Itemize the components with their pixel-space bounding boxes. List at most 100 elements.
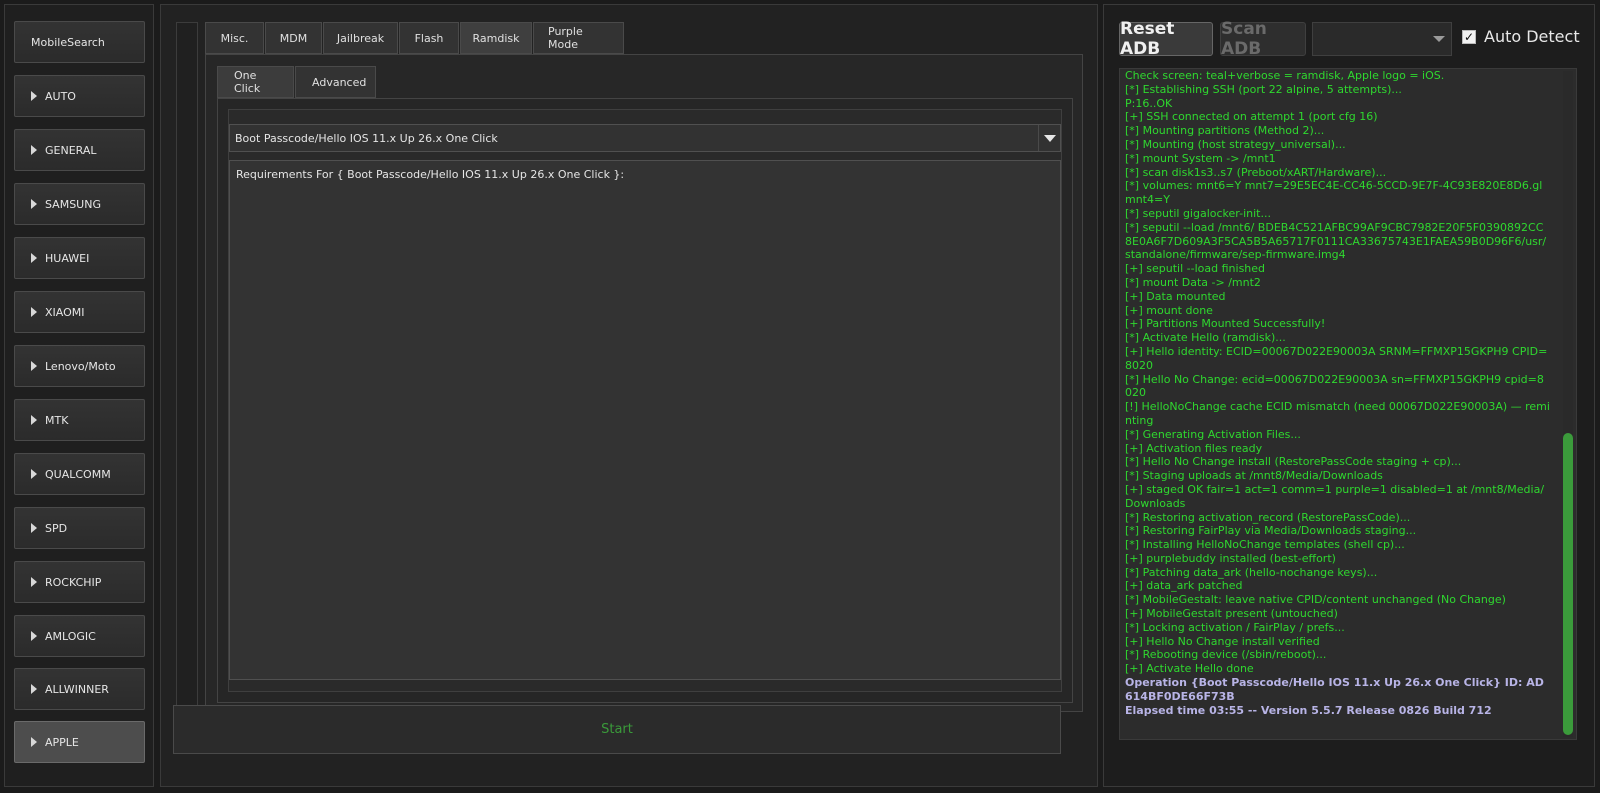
caret-right-icon (31, 523, 37, 533)
log-line: [+] mount done (1125, 303, 1213, 317)
log-line: [+] purplebuddy installed (best-effort) (1125, 551, 1336, 565)
caret-right-icon (31, 91, 37, 101)
caret-right-icon (31, 145, 37, 155)
sidebar-item-auto[interactable]: AUTO (14, 75, 145, 117)
chevron-down-icon[interactable] (1038, 125, 1060, 151)
tab-misc[interactable]: Misc. (205, 22, 264, 54)
log-line: [+] SSH connected on attempt 1 (port cfg… (1125, 110, 1378, 124)
log-line: [*] Mounting (host strategy_universal)..… (1125, 137, 1346, 151)
log-line: [*] Installing HelloNoChange templates (… (1125, 538, 1405, 552)
sidebar-item-qualcomm[interactable]: QUALCOMM (14, 453, 145, 495)
sidebar-item-label: AMLOGIC (45, 629, 96, 643)
sidebar-item-apple[interactable]: APPLE (14, 721, 145, 763)
device-select[interactable] (1312, 22, 1452, 56)
sidebar-item-label: GENERAL (45, 143, 97, 157)
log-line: [*] Locking activation / FairPlay / pref… (1125, 620, 1345, 634)
caret-right-icon (31, 253, 37, 263)
tab-purple-mode[interactable]: Purple Mode (533, 22, 624, 54)
sidebar-item-label: ROCKCHIP (45, 575, 102, 589)
log-line: [!] HelloNoChange cache ECID mismatch (n… (1125, 400, 1550, 427)
operation-select[interactable]: Boot Passcode/Hello IOS 11.x Up 26.x One… (229, 124, 1061, 152)
sidebar-item-label: MobileSearch (31, 35, 105, 49)
log-line: [+] Hello identity: ECID=00067D022E90003… (1125, 344, 1548, 372)
checkmark-icon[interactable]: ✓ (1462, 29, 1476, 44)
log-line: [*] Hello No Change install (RestorePass… (1125, 455, 1462, 469)
sidebar-item-general[interactable]: GENERAL (14, 129, 145, 171)
log-line: [+] Activation files ready (1125, 441, 1263, 455)
log-line: [*] Rebooting device (/sbin/reboot)... (1125, 648, 1327, 662)
caret-right-icon (31, 307, 37, 317)
log-line: [+] staged OK fair=1 act=1 comm=1 purple… (1125, 482, 1548, 510)
caret-right-icon (31, 469, 37, 479)
sidebar-item-label: SAMSUNG (45, 197, 101, 211)
sidebar-item-allwinner[interactable]: ALLWINNER (14, 668, 145, 710)
log-line: [+] MobileGestalt present (untouched) (1125, 607, 1338, 621)
log-line: P:16..OK (1125, 96, 1173, 110)
log-summary-line: Elapsed time 03:55 -- Version 5.5.7 Rele… (1125, 703, 1492, 717)
operation-select-value: Boot Passcode/Hello IOS 11.x Up 26.x One… (235, 131, 498, 145)
sidebar-item-label: APPLE (45, 735, 79, 749)
tab-ramdisk[interactable]: Ramdisk (460, 22, 532, 54)
log-scrollbar[interactable] (1563, 71, 1573, 737)
log-line: [+] data_ark patched (1125, 579, 1243, 593)
sidebar-item-samsung[interactable]: SAMSUNG (14, 183, 145, 225)
log-line: [+] Hello No Change install verified (1125, 634, 1320, 648)
subtab-advanced[interactable]: Advanced (295, 66, 376, 98)
caret-right-icon (31, 684, 37, 694)
sidebar-item-amlogic[interactable]: AMLOGIC (14, 615, 145, 657)
start-button[interactable]: Start (173, 705, 1061, 754)
log-line: [*] Restoring activation_record (Restore… (1125, 510, 1411, 524)
sidebar-item-spd[interactable]: SPD (14, 507, 145, 549)
caret-right-icon (31, 737, 37, 747)
caret-right-icon (31, 199, 37, 209)
adb-log-panel: Reset ADB Scan ADB ✓ Auto Detect Check s… (1103, 4, 1595, 787)
one-click-panel: Boot Passcode/Hello IOS 11.x Up 26.x One… (217, 98, 1073, 703)
sidebar-item-label: QUALCOMM (45, 467, 111, 481)
log-line: [*] Activate Hello (ramdisk)... (1125, 331, 1286, 345)
log-line: [*] Staging uploads at /mnt8/Media/Downl… (1125, 469, 1383, 483)
sidebar-item-label: ALLWINNER (45, 682, 109, 696)
auto-detect-label: Auto Detect (1484, 27, 1580, 46)
log-line: [+] Data mounted (1125, 289, 1226, 303)
sidebar-item-mtk[interactable]: MTK (14, 399, 145, 441)
ramdisk-subtabs: One Click Advanced (217, 66, 377, 98)
log-line: [*] Establishing SSH (port 22 alpine, 5 … (1125, 82, 1402, 96)
one-click-content: Boot Passcode/Hello IOS 11.x Up 26.x One… (228, 109, 1062, 692)
sidebar-item-rockchip[interactable]: ROCKCHIP (14, 561, 145, 603)
auto-detect-checkbox[interactable]: ✓ Auto Detect (1462, 27, 1580, 46)
log-output: Check screen: teal+verbose = ramdisk, Ap… (1119, 68, 1577, 740)
log-line: [+] Activate Hello done (1125, 662, 1254, 676)
log-line: [*] volumes: mnt6=Y mnt7=29E5EC4E-CC46-5… (1125, 179, 1546, 207)
sidebar-item-xiaomi[interactable]: XIAOMI (14, 291, 145, 333)
log-scrollbar-thumb[interactable] (1563, 433, 1573, 735)
tab-flash[interactable]: Flash (399, 22, 459, 54)
sidebar-item-mobilesearch[interactable]: MobileSearch (14, 21, 145, 63)
sidebar-item-lenovo-moto[interactable]: Lenovo/Moto (14, 345, 145, 387)
reset-adb-button[interactable]: Reset ADB (1119, 19, 1213, 59)
sidebar-item-label: Lenovo/Moto (45, 359, 116, 373)
log-line: Check screen: teal+verbose = ramdisk, Ap… (1125, 69, 1445, 82)
requirements-text: Requirements For { Boot Passcode/Hello I… (236, 168, 625, 181)
log-line: [*] MobileGestalt: leave native CPID/con… (1125, 593, 1506, 607)
sidebar-item-label: SPD (45, 521, 68, 535)
sidebar-item-label: AUTO (45, 89, 76, 103)
log-line: [*] seputil --load /mnt6/ BDEB4C521AFBC9… (1125, 220, 1547, 262)
tab-jailbreak[interactable]: Jailbreak (323, 22, 398, 54)
sidebar-item-huawei[interactable]: HUAWEI (14, 237, 145, 279)
log-line: [*] Generating Activation Files... (1125, 427, 1301, 441)
log-line: [*] mount Data -> /mnt2 (1125, 275, 1261, 289)
tab-mdm[interactable]: MDM (265, 22, 322, 54)
function-tabs: Misc. MDM Jailbreak Flash Ramdisk Purple… (205, 22, 625, 54)
panel-gutter (176, 22, 198, 712)
ramdisk-tab-panel: One Click Advanced Boot Passcode/Hello I… (205, 54, 1083, 712)
chevron-down-icon (1433, 36, 1445, 42)
sidebar-item-label: HUAWEI (45, 251, 90, 265)
log-line: [*] Mounting partitions (Method 2)... (1125, 124, 1325, 138)
scan-adb-button[interactable]: Scan ADB (1220, 19, 1306, 59)
requirements-box: Requirements For { Boot Passcode/Hello I… (229, 160, 1061, 680)
subtab-one-click[interactable]: One Click (217, 66, 294, 98)
log-line: [+] seputil --load finished (1125, 262, 1266, 276)
log-line: [*] seputil gigalocker-init... (1125, 206, 1271, 220)
caret-right-icon (31, 577, 37, 587)
log-summary-line: Operation {Boot Passcode/Hello IOS 11.x … (1125, 676, 1544, 703)
